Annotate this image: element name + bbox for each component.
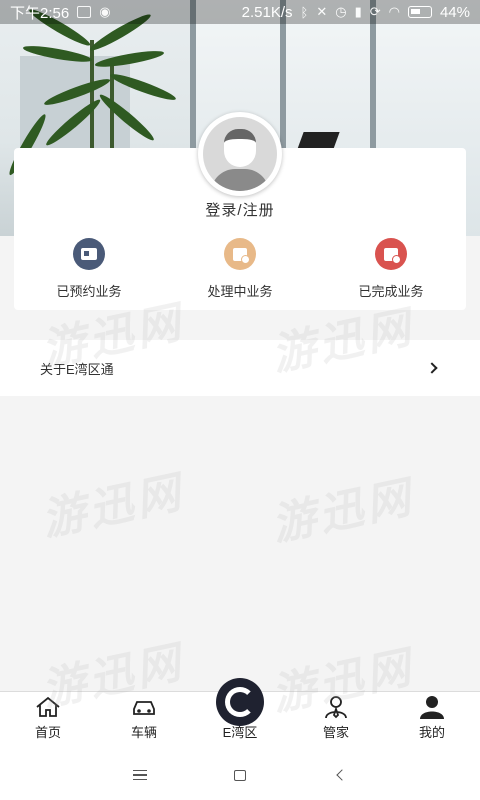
calendar-check-icon	[375, 238, 407, 270]
chevron-right-icon	[426, 362, 438, 374]
signal-icon: ▮	[354, 4, 362, 19]
default-user-avatar-icon	[203, 117, 277, 191]
wifi-icon: ◠	[388, 4, 400, 19]
car-icon	[133, 701, 155, 715]
shield-icon: ◉	[99, 4, 111, 19]
tab-mine[interactable]: 我的	[384, 692, 480, 750]
about-e-bay-row[interactable]: 关于E湾区通	[0, 340, 480, 396]
menu-button[interactable]	[120, 755, 160, 795]
tab-vehicle[interactable]: 车辆	[96, 692, 192, 750]
butler-icon	[325, 696, 347, 719]
system-navigation-bar	[0, 750, 480, 800]
user-icon	[420, 696, 444, 719]
tab-label: 管家	[322, 725, 349, 740]
e-bay-logo-icon	[216, 678, 264, 726]
tab-e-bay[interactable]: E湾区	[192, 678, 288, 750]
mute-icon: ✕	[316, 4, 328, 19]
about-label: 关于E湾区通	[40, 361, 114, 377]
home-button[interactable]	[220, 755, 260, 795]
bottom-tab-bar: 首页 车辆 E湾区 管家 我的	[0, 678, 480, 750]
square-home-icon	[234, 769, 246, 781]
sync-icon: ⟳	[369, 4, 381, 19]
battery-percent: 44%	[439, 3, 470, 21]
back-icon	[336, 769, 348, 781]
menu-icon	[133, 770, 147, 780]
status-time: 下午2:56	[10, 4, 70, 22]
network-speed: 2.51K/s	[241, 3, 293, 21]
booked-business-button[interactable]: 已预约业务	[14, 238, 164, 300]
battery-icon	[407, 6, 432, 18]
id-card-icon	[73, 238, 105, 270]
watermark: 游迅网	[267, 472, 419, 551]
completed-business-button[interactable]: 已完成业务	[316, 238, 466, 300]
login-register-link[interactable]: 登录/注册	[0, 199, 480, 220]
tab-butler[interactable]: 管家	[288, 692, 384, 750]
avatar[interactable]	[198, 112, 282, 196]
tab-home[interactable]: 首页	[0, 692, 96, 750]
watermark: 游迅网	[37, 467, 189, 546]
home-icon	[36, 696, 60, 717]
alarm-icon: ◷	[335, 4, 347, 19]
notification-icon	[77, 6, 92, 18]
booked-business-label: 已预约业务	[56, 284, 122, 299]
processing-business-label: 处理中业务	[207, 284, 273, 299]
calendar-clock-icon	[224, 238, 256, 270]
tab-label: 我的	[418, 725, 445, 740]
status-bar: 下午2:56 ◉ 2.51K/s ᛒ ✕ ◷ ▮ ⟳ ◠ 44%	[0, 0, 480, 24]
processing-business-button[interactable]: 处理中业务	[165, 238, 315, 300]
tab-label: 车辆	[130, 725, 157, 740]
completed-business-label: 已完成业务	[358, 284, 424, 299]
tab-label: 首页	[34, 725, 61, 740]
bluetooth-icon: ᛒ	[300, 4, 309, 20]
back-button[interactable]	[320, 755, 360, 795]
